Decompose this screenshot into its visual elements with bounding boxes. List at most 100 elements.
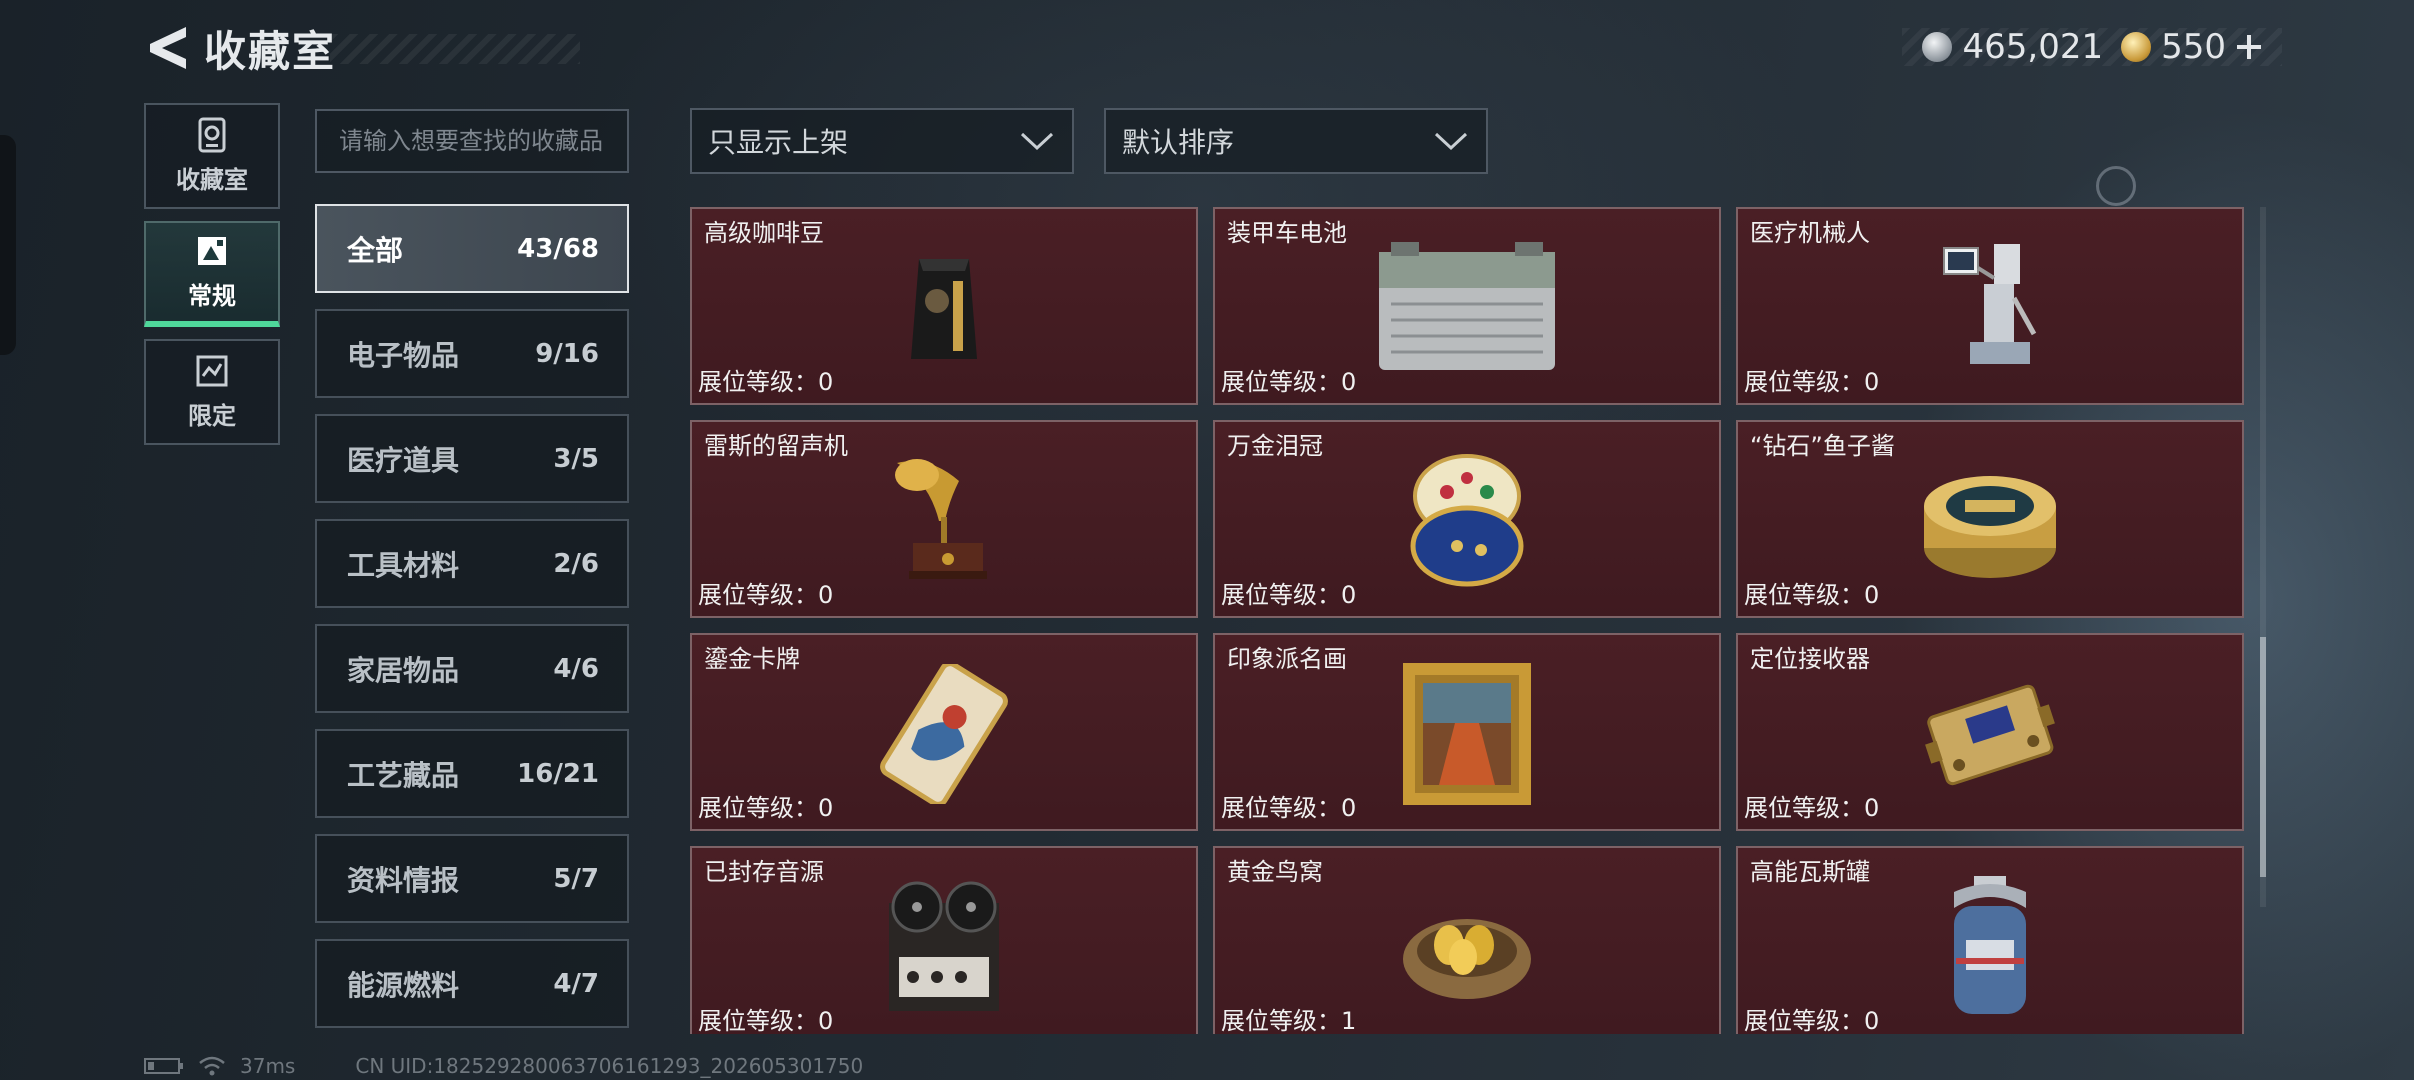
silver-amount: 465,021 <box>1962 27 2104 67</box>
item-name: “钻石”鱼子酱 <box>1750 432 1895 460</box>
category-name: 资料情报 <box>347 863 460 897</box>
collectible-card[interactable]: 装甲车电池 展位等级：0 <box>1213 207 1721 405</box>
back-arrow-icon <box>150 27 186 69</box>
category-name: 工具材料 <box>347 548 460 582</box>
category-tools[interactable]: 工具材料 2/6 <box>315 519 629 608</box>
category-count: 4/6 <box>553 653 599 684</box>
back-button[interactable] <box>140 20 196 76</box>
item-name: 定位接收器 <box>1750 645 1870 673</box>
category-household[interactable]: 家居物品 4/6 <box>315 624 629 713</box>
booth-level: 展位等级：0 <box>1744 794 1880 822</box>
booth-level: 展位等级：0 <box>1221 794 1357 822</box>
collectible-card[interactable]: 定位接收器 展位等级：0 <box>1736 633 2244 831</box>
limited-icon <box>195 354 229 388</box>
gold-coin-icon <box>2121 32 2152 62</box>
dropdown-value: 只显示上架 <box>708 126 849 159</box>
framed-painting-icon <box>1367 659 1567 809</box>
shelf-filter-dropdown[interactable]: 只显示上架 <box>690 108 1074 174</box>
nav-item-limited[interactable]: 限定 <box>144 339 280 445</box>
category-count: 9/16 <box>535 338 599 369</box>
category-name: 家居物品 <box>347 653 460 687</box>
nav-item-regular[interactable]: 常规 <box>144 221 280 327</box>
nav-label: 常规 <box>188 281 236 310</box>
chevron-down-icon <box>1020 132 1054 151</box>
ping-value: 37ms <box>240 1054 296 1078</box>
booth-level: 展位等级：0 <box>1744 1007 1880 1034</box>
category-name: 能源燃料 <box>347 968 460 1002</box>
item-name: 雷斯的留声机 <box>704 432 848 460</box>
sort-dropdown[interactable]: 默认排序 <box>1104 108 1488 174</box>
item-name: 医疗机械人 <box>1750 219 1870 247</box>
category-crafts[interactable]: 工艺藏品 16/21 <box>315 729 629 818</box>
collectible-card[interactable]: 印象派名画 展位等级：0 <box>1213 633 1721 831</box>
gold-amount: 550 <box>2161 27 2226 67</box>
category-medical[interactable]: 医疗道具 3/5 <box>315 414 629 503</box>
add-currency-icon[interactable] <box>2236 34 2262 60</box>
item-name: 高级咖啡豆 <box>704 219 824 247</box>
collectible-card[interactable]: 黄金鸟窝 展位等级：1 <box>1213 846 1721 1034</box>
collectible-card[interactable]: 高能瓦斯罐 展位等级：0 <box>1736 846 2244 1034</box>
collectible-card[interactable]: 高级咖啡豆 展位等级：0 <box>690 207 1198 405</box>
page-title: 收藏室 <box>204 26 337 76</box>
nav-label: 收藏室 <box>176 165 248 194</box>
collectible-card[interactable]: “钻石”鱼子酱 展位等级：0 <box>1736 420 2244 618</box>
player-uid: CN UID:182529280063706161293_20260530175… <box>355 1054 864 1078</box>
caviar-tin-icon <box>1890 446 2090 596</box>
medical-robot-icon <box>1890 233 2090 383</box>
nav-item-collection-room[interactable]: 收藏室 <box>144 103 280 209</box>
collectible-grid: 高级咖啡豆 展位等级：0 装甲车电池 展位等级：0 医疗机械人 展位等级：0 雷… <box>690 207 2245 1034</box>
category-name: 工艺藏品 <box>347 758 460 792</box>
category-energy[interactable]: 能源燃料 4/7 <box>315 939 629 1028</box>
collectible-card[interactable]: 雷斯的留声机 展位等级：0 <box>690 420 1198 618</box>
category-all[interactable]: 全部 43/68 <box>315 204 629 293</box>
category-count: 5/7 <box>553 863 599 894</box>
jeweled-egg-icon <box>1367 446 1567 596</box>
collectible-card[interactable]: 鎏金卡牌 展位等级：0 <box>690 633 1198 831</box>
category-name: 电子物品 <box>347 338 460 372</box>
grid-scrollbar[interactable] <box>2260 207 2266 907</box>
header-title-wrap: 收藏室 <box>204 18 580 78</box>
booth-level: 展位等级：0 <box>698 581 834 609</box>
booth-level: 展位等级：0 <box>698 1007 834 1034</box>
wifi-icon <box>199 1056 225 1076</box>
currency-bar: 465,021 550 <box>1902 27 2282 67</box>
dropdown-value: 默认排序 <box>1122 126 1235 159</box>
battery-status-icon <box>144 1058 183 1074</box>
reel-recorder-icon <box>844 872 1044 1022</box>
collectible-card[interactable]: 医疗机械人 展位等级：0 <box>1736 207 2244 405</box>
booth-level: 展位等级：0 <box>1744 581 1880 609</box>
item-name: 装甲车电池 <box>1227 219 1347 247</box>
category-list: 全部 43/68 电子物品 9/16 医疗道具 3/5 工具材料 2/6 家居物… <box>315 204 629 1028</box>
category-count: 2/6 <box>553 548 599 579</box>
scroll-thumb[interactable] <box>2260 637 2266 877</box>
item-name: 高能瓦斯罐 <box>1750 858 1870 886</box>
booth-level: 展位等级：0 <box>1744 368 1880 396</box>
golden-nest-icon <box>1367 872 1567 1022</box>
gold-currency[interactable]: 550 <box>2121 27 2262 67</box>
category-name: 医疗道具 <box>347 443 460 477</box>
search-input[interactable] <box>315 109 629 173</box>
category-count: 43/68 <box>517 233 599 264</box>
collectible-card[interactable]: 已封存音源 展位等级：0 <box>690 846 1198 1034</box>
nav-label: 限定 <box>188 401 236 430</box>
item-name: 万金泪冠 <box>1227 432 1323 460</box>
battery-icon <box>1367 233 1567 383</box>
collectible-card[interactable]: 万金泪冠 展位等级：0 <box>1213 420 1721 618</box>
category-name: 全部 <box>347 233 404 267</box>
title-stripe-decoration <box>330 34 580 64</box>
booth-level: 展位等级：0 <box>698 794 834 822</box>
chevron-down-icon <box>1434 132 1468 151</box>
booth-level: 展位等级：0 <box>1221 581 1357 609</box>
category-intel[interactable]: 资料情报 5/7 <box>315 834 629 923</box>
gilded-card-icon <box>844 659 1044 809</box>
coffee-bag-icon <box>844 233 1044 383</box>
category-count: 4/7 <box>553 968 599 999</box>
item-name: 鎏金卡牌 <box>704 645 800 673</box>
silver-coin-icon <box>1922 32 1953 62</box>
item-name: 已封存音源 <box>704 858 824 886</box>
gramophone-icon <box>844 446 1044 596</box>
category-electronics[interactable]: 电子物品 9/16 <box>315 309 629 398</box>
decorative-ring <box>2096 166 2136 206</box>
booth-level: 展位等级：1 <box>1221 1007 1357 1034</box>
silver-currency: 465,021 <box>1922 27 2103 67</box>
